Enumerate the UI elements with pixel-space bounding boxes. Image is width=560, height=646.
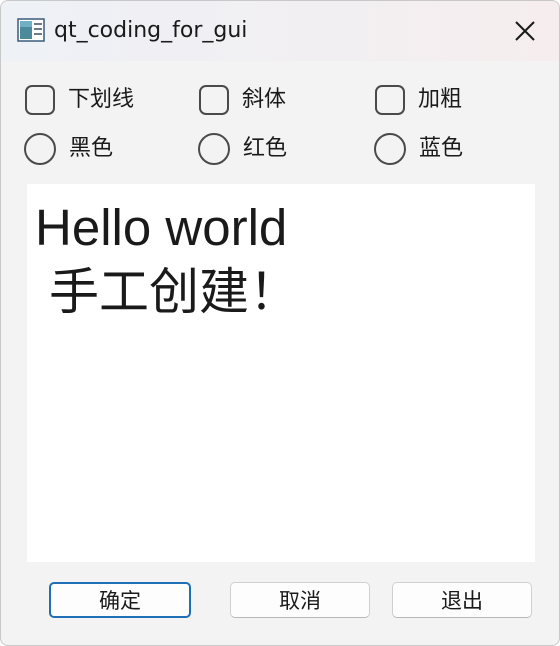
checkbox-label: 加粗 (418, 87, 463, 112)
cancel-button[interactable]: 取消 (230, 582, 370, 618)
radio-circle[interactable] (374, 133, 406, 165)
app-window-icon (17, 18, 45, 42)
checkbox-underline[interactable]: 下划线 (25, 83, 134, 117)
ok-button[interactable]: 确定 (49, 582, 191, 618)
close-button[interactable] (499, 11, 551, 51)
radio-black[interactable]: 黑色 (24, 132, 113, 166)
window-title: qt_coding_for_gui (54, 18, 248, 43)
checkbox-label: 斜体 (242, 87, 287, 112)
dialog-window: qt_coding_for_gui 下划线 斜体 加粗 黑色 红色 蓝色 Hel… (0, 0, 560, 646)
radio-label: 红色 (243, 136, 288, 161)
editor-text-line: Hello world (35, 199, 288, 256)
checkbox-label: 下划线 (68, 87, 135, 112)
radio-blue[interactable]: 蓝色 (374, 132, 463, 166)
exit-button[interactable]: 退出 (392, 582, 532, 618)
checkbox-box[interactable] (375, 85, 405, 115)
checkbox-box[interactable] (25, 85, 55, 115)
title-bar[interactable]: qt_coding_for_gui (1, 1, 559, 61)
radio-label: 蓝色 (419, 136, 464, 161)
checkbox-box[interactable] (199, 85, 229, 115)
checkbox-italic[interactable]: 斜体 (199, 83, 286, 117)
radio-red[interactable]: 红色 (198, 132, 287, 166)
editor-text-line: 手工创建！ (49, 263, 299, 321)
radio-circle[interactable] (198, 133, 230, 165)
radio-circle[interactable] (24, 133, 56, 165)
radio-label: 黑色 (69, 136, 114, 161)
text-editor[interactable]: Hello world 手工创建！ (27, 184, 535, 562)
checkbox-bold[interactable]: 加粗 (375, 83, 462, 117)
close-icon (515, 21, 535, 41)
